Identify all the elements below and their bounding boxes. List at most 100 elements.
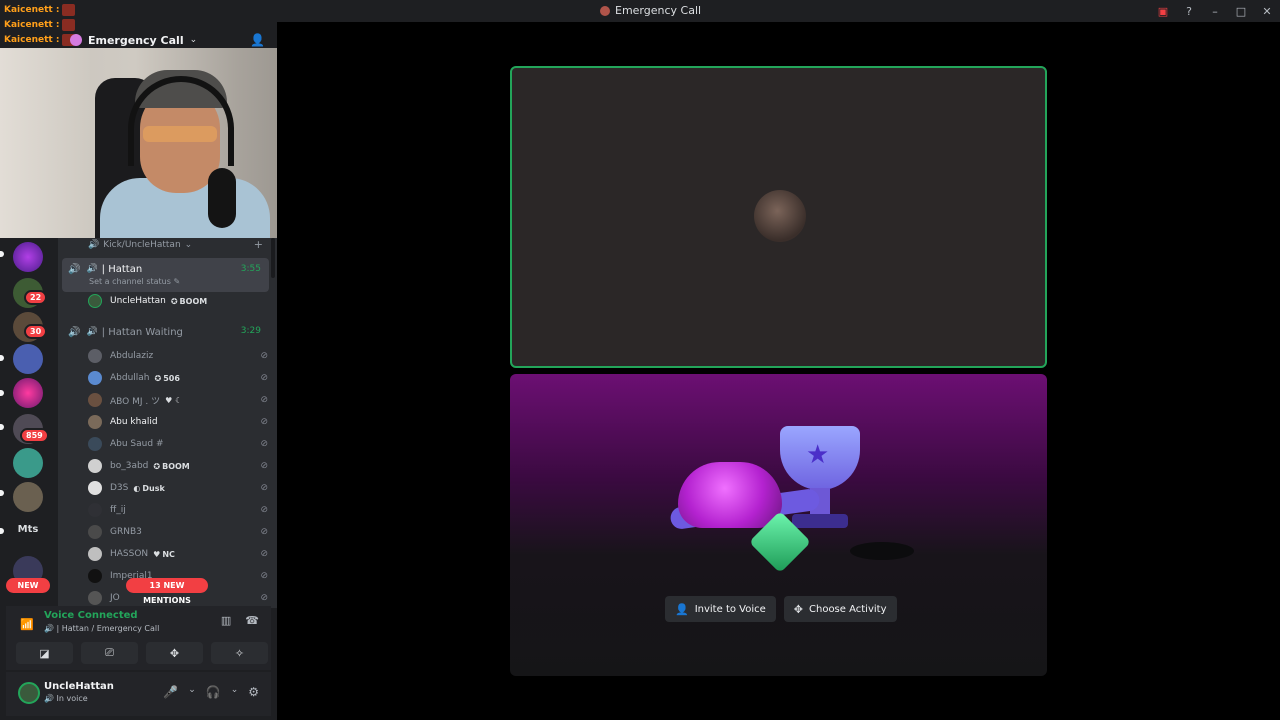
- noise-suppression-icon[interactable]: ▥: [221, 614, 231, 627]
- voice-member[interactable]: Abu Saud # ⊘: [88, 435, 268, 453]
- member-name: Abu khalid: [110, 417, 158, 427]
- guild-icon[interactable]: [13, 482, 43, 512]
- avatar: [88, 349, 102, 363]
- avatar: [88, 591, 102, 605]
- soundboard-button[interactable]: ✧: [211, 642, 268, 664]
- member-tag: ✪ BOOM: [153, 462, 189, 471]
- voice-channel-timer: 3:29: [240, 326, 261, 336]
- member-tag: ✪ BOOM: [171, 297, 207, 306]
- member-name: ABO MJ . ツ: [110, 396, 161, 407]
- chevron-down-icon[interactable]: ⌄: [231, 685, 239, 699]
- guild-icon[interactable]: [13, 344, 43, 374]
- choose-activity-button[interactable]: ✥ Choose Activity: [783, 596, 897, 622]
- add-user-icon[interactable]: 👤: [250, 33, 265, 47]
- voice-channel-timer: 3:55: [240, 264, 261, 274]
- deafened-icon: ⊘: [260, 483, 268, 493]
- microphone-icon[interactable]: 🎤: [163, 685, 178, 699]
- new-mentions-pill[interactable]: 13 NEW MENTIONS: [126, 578, 208, 605]
- voice-channel-hattan[interactable]: 🔊 🔊 | Hattan 3:55: [62, 258, 269, 292]
- hangup-icon[interactable]: ☎: [245, 614, 259, 627]
- activity-icon: ✥: [793, 602, 803, 616]
- activity-button[interactable]: ✥: [146, 642, 203, 664]
- user-name[interactable]: UncleHattan: [44, 681, 114, 692]
- boost-icon: [70, 34, 82, 46]
- voice-member[interactable]: ABO MJ . ツ ♥ ☾ ⊘: [88, 391, 268, 409]
- screen-share-button[interactable]: ⎚: [81, 642, 138, 664]
- voice-status-title[interactable]: Voice Connected: [44, 610, 138, 621]
- deafened-icon: ⊘: [260, 351, 268, 361]
- pencil-icon: ✎: [173, 277, 181, 286]
- speaking-icon: 🔊: [68, 326, 81, 338]
- tag-icon: ✪: [170, 296, 178, 306]
- voice-member[interactable]: ff_ij ⊘: [88, 501, 268, 519]
- maximize-button[interactable]: □: [1228, 0, 1254, 22]
- deafened-icon: ⊘: [260, 373, 268, 383]
- speaker-icon: 🔊: [88, 240, 100, 250]
- speaker-icon: 🔊: [44, 694, 57, 703]
- speaker-icon: 🔊: [86, 264, 98, 274]
- notification-badge: 859: [20, 428, 49, 443]
- deafened-icon: ⊘: [260, 417, 268, 427]
- notification-badge: 22: [24, 290, 48, 305]
- voice-member[interactable]: Abdulaziz ⊘: [88, 347, 268, 365]
- voice-member[interactable]: Abdullah ✪ 506 ⊘: [88, 369, 268, 387]
- member-name: HASSON: [110, 549, 149, 559]
- tag-icon: ✪: [154, 373, 162, 383]
- headphones-icon[interactable]: 🎧: [206, 685, 221, 699]
- channel-status[interactable]: Set a channel status ✎: [89, 277, 180, 286]
- member-tag-text: NC: [162, 549, 175, 559]
- voice-category[interactable]: 🔊 Kick/UncleHattan ⌄: [88, 240, 192, 250]
- invite-label: Invite to Voice: [694, 603, 766, 615]
- channel-status-text: Set a channel status: [89, 277, 171, 286]
- webcam-microphone: [208, 168, 236, 228]
- user-status: 🔊 In voice: [44, 694, 88, 703]
- chat-username: Kaicenett :: [4, 19, 60, 30]
- new-unreads-pill[interactable]: NEW: [6, 578, 50, 593]
- inbox-icon[interactable]: ▣: [1150, 0, 1176, 22]
- voice-member[interactable]: HASSON ♥ NC ⊘: [88, 545, 268, 563]
- voice-channel-name: | Hattan: [101, 264, 143, 275]
- participant-tile[interactable]: [510, 66, 1047, 368]
- avatar: [88, 525, 102, 539]
- invite-to-voice-button[interactable]: 👤 Invite to Voice: [665, 596, 776, 622]
- help-icon[interactable]: ?: [1176, 0, 1202, 22]
- voice-stage: ★ 👤 Invite to Voice ✥ Choose Activity: [277, 22, 1280, 720]
- guild-icon[interactable]: [13, 378, 43, 408]
- channel-scrollbar[interactable]: [271, 238, 275, 278]
- window-title-text: Emergency Call: [615, 4, 702, 17]
- chat-username: Kaicenett :: [4, 4, 60, 15]
- connection-icon[interactable]: 📶: [20, 618, 34, 631]
- voice-member[interactable]: GRNB3 ⊘: [88, 523, 268, 541]
- guild-icon[interactable]: [13, 242, 43, 272]
- minimize-button[interactable]: –: [1202, 0, 1228, 22]
- avatar: [88, 393, 102, 407]
- member-tag-text: Dusk: [142, 483, 165, 493]
- star-icon: ★: [806, 440, 830, 470]
- guild-text-icon[interactable]: Mts: [13, 524, 43, 535]
- user-status-text: In voice: [56, 694, 88, 703]
- deafened-icon: ⊘: [260, 571, 268, 581]
- voice-member[interactable]: UncleHattan ✪ BOOM: [88, 292, 268, 310]
- voice-channel-waiting[interactable]: 🔊 🔊 | Hattan Waiting 3:29: [62, 325, 269, 339]
- guild-icon[interactable]: [13, 448, 43, 478]
- speaking-icon: 🔊: [68, 264, 81, 275]
- add-channel-icon[interactable]: +: [254, 238, 263, 251]
- voice-member[interactable]: Abu khalid ⊘: [88, 413, 268, 431]
- member-name: GRNB3: [110, 527, 142, 537]
- close-button[interactable]: ✕: [1254, 0, 1280, 22]
- speaker-icon: 🔊: [44, 624, 57, 633]
- webcam-curtain: [0, 48, 90, 238]
- avatar: [88, 547, 102, 561]
- soundboard-icon: ✧: [234, 646, 245, 660]
- guild-indicator: [0, 355, 4, 361]
- screen-share-icon: ⎚: [105, 646, 114, 659]
- voice-channel-name: | Hattan Waiting: [101, 326, 183, 338]
- voice-member[interactable]: D3S ◐ Dusk ⊘: [88, 479, 268, 497]
- gear-icon[interactable]: ⚙: [248, 685, 259, 699]
- shell-illustration: [678, 462, 782, 528]
- camera-button[interactable]: ◪: [16, 642, 73, 664]
- avatar[interactable]: [18, 682, 40, 704]
- voice-member[interactable]: bo_3abd ✪ BOOM ⊘: [88, 457, 268, 475]
- camera-off-icon: ◪: [39, 646, 50, 660]
- chevron-down-icon[interactable]: ⌄: [188, 685, 196, 699]
